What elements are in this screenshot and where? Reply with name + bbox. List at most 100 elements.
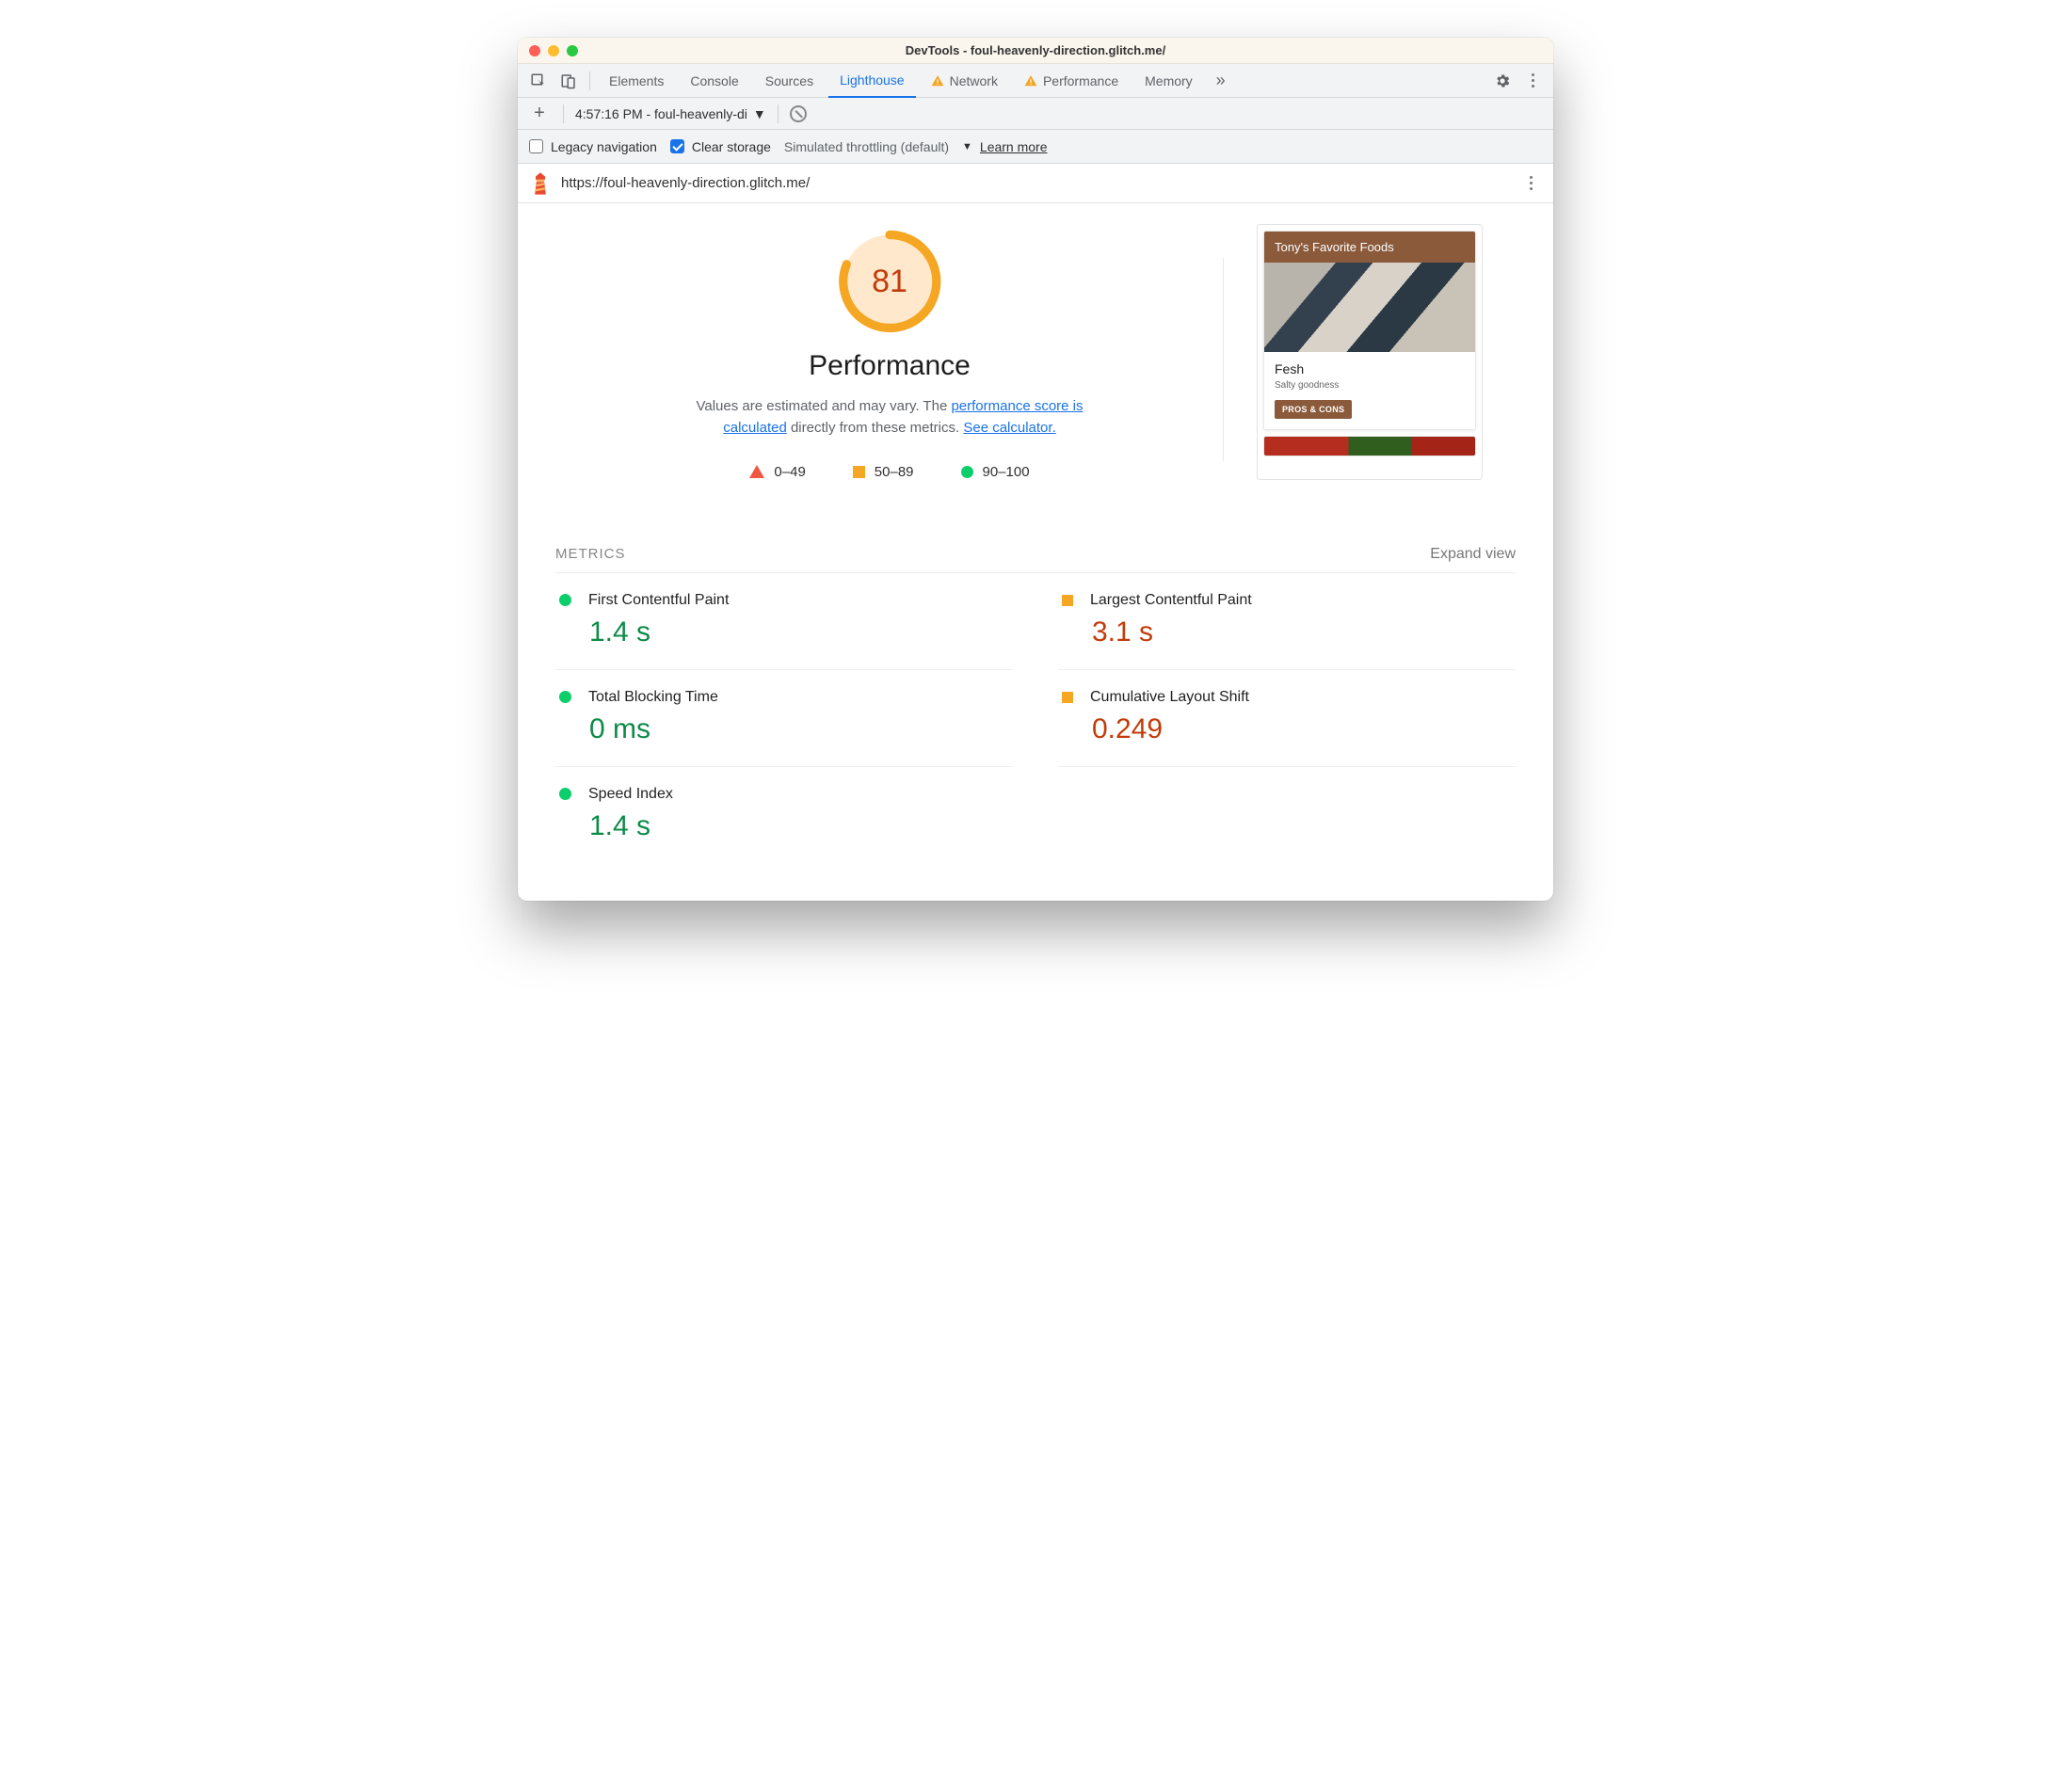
report-dropdown[interactable]: 4:57:16 PM - foul-heavenly-di ▼ — [575, 106, 766, 121]
metric-label: First Contentful Paint — [588, 592, 729, 609]
metric-label: Total Blocking Time — [588, 689, 718, 706]
lighthouse-logo-icon — [531, 172, 550, 195]
circle-icon — [961, 466, 973, 478]
category-title: Performance — [809, 350, 971, 382]
devtools-window: DevTools - foul-heavenly-direction.glitc… — [518, 38, 1553, 901]
tab-label: Console — [690, 73, 738, 88]
average-icon — [1062, 595, 1073, 606]
checkbox-label: Legacy navigation — [551, 139, 657, 154]
score-legend: 0–49 50–89 90–100 — [749, 464, 1029, 480]
lighthouse-toolbar: + 4:57:16 PM - foul-heavenly-di ▼ — [518, 98, 1553, 130]
checkbox-icon — [670, 139, 684, 153]
more-menu-icon[interactable] — [1519, 68, 1546, 94]
metric-value: 0.249 — [1092, 713, 1512, 745]
page-screenshot[interactable]: Tony's Favorite Foods Fesh Salty goodnes… — [1257, 224, 1483, 480]
metric-label: Cumulative Layout Shift — [1090, 689, 1249, 706]
screenshot-section: Tony's Favorite Foods Fesh Salty goodnes… — [1224, 220, 1516, 480]
report-body: 81 Performance Values are estimated and … — [518, 203, 1553, 901]
thumb-image-2 — [1263, 436, 1476, 456]
panel-tabbar: Elements Console Sources Lighthouse Netw… — [518, 64, 1553, 98]
tab-label: Network — [950, 73, 998, 88]
device-toolbar-icon[interactable] — [555, 68, 582, 94]
thumb-card-sub: Salty goodness — [1275, 380, 1465, 391]
checkbox-label: Clear storage — [692, 139, 771, 154]
tab-console[interactable]: Console — [679, 64, 749, 98]
desc-text: Values are estimated and may vary. The — [696, 398, 951, 414]
tab-lighthouse[interactable]: Lighthouse — [828, 64, 916, 98]
inspect-element-icon[interactable] — [525, 68, 552, 94]
tab-label: Lighthouse — [840, 72, 905, 88]
metric-lcp[interactable]: Largest Contentful Paint 3.1 s — [1058, 573, 1516, 670]
report-header: https://foul-heavenly-direction.glitch.m… — [518, 164, 1553, 203]
metrics-title: METRICS — [555, 546, 626, 562]
metric-value: 1.4 s — [589, 810, 1009, 842]
lighthouse-options: Legacy navigation Clear storage Simulate… — [518, 130, 1553, 164]
category-description: Values are estimated and may vary. The p… — [687, 395, 1092, 440]
zoom-window-button[interactable] — [567, 45, 578, 56]
thumb-badge: PROS & CONS — [1275, 400, 1352, 419]
separator — [589, 72, 590, 90]
separator — [563, 104, 564, 123]
tab-network[interactable]: Network — [920, 64, 1009, 98]
report-url: https://foul-heavenly-direction.glitch.m… — [561, 175, 810, 191]
new-report-button[interactable]: + — [527, 102, 552, 126]
metric-label: Speed Index — [588, 786, 673, 803]
clear-icon[interactable] — [790, 105, 807, 122]
titlebar: DevTools - foul-heavenly-direction.glitc… — [518, 38, 1553, 64]
metric-si[interactable]: Speed Index 1.4 s — [555, 767, 1013, 863]
metric-label: Largest Contentful Paint — [1090, 592, 1252, 609]
warning-icon — [1024, 74, 1037, 88]
expand-view-button[interactable]: Expand view — [1430, 546, 1516, 563]
pass-icon — [559, 594, 571, 606]
average-icon — [1062, 692, 1073, 703]
report-label: 4:57:16 PM - foul-heavenly-di — [575, 106, 747, 121]
window-title: DevTools - foul-heavenly-direction.glitc… — [906, 43, 1165, 57]
pass-icon — [559, 691, 571, 703]
thumb-card: Tony's Favorite Foods Fesh Salty goodnes… — [1263, 231, 1476, 430]
metrics-grid: First Contentful Paint 1.4 s Largest Con… — [555, 573, 1516, 863]
metric-tbt[interactable]: Total Blocking Time 0 ms — [555, 670, 1013, 767]
learn-more-link[interactable]: Learn more — [980, 139, 1048, 154]
learn-more-group: ▼ Learn more — [962, 139, 1047, 154]
clear-storage-checkbox[interactable]: Clear storage — [670, 139, 771, 154]
tab-label: Performance — [1043, 73, 1118, 88]
warning-icon — [931, 74, 944, 88]
legend-average: 50–89 — [853, 464, 914, 480]
window-controls — [529, 45, 578, 56]
pass-icon — [559, 788, 571, 800]
thumb-header: Tony's Favorite Foods — [1264, 232, 1475, 263]
metric-value: 0 ms — [589, 713, 1009, 745]
score-gauge[interactable]: 81 — [838, 230, 941, 333]
checkbox-icon — [529, 139, 543, 153]
metric-cls[interactable]: Cumulative Layout Shift 0.249 — [1058, 670, 1516, 767]
legend-pass: 90–100 — [961, 464, 1030, 480]
calculator-link[interactable]: See calculator. — [963, 420, 1055, 436]
metric-value: 1.4 s — [589, 616, 1009, 648]
hero: 81 Performance Values are estimated and … — [555, 220, 1516, 480]
legend-fail: 0–49 — [749, 464, 805, 480]
report-menu-icon[interactable] — [1521, 176, 1540, 190]
more-tabs-icon[interactable]: » — [1208, 68, 1234, 94]
metric-fcp[interactable]: First Contentful Paint 1.4 s — [555, 573, 1013, 670]
tab-memory[interactable]: Memory — [1133, 64, 1204, 98]
score-section: 81 Performance Values are estimated and … — [555, 220, 1224, 480]
desc-text: directly from these metrics. — [787, 420, 964, 436]
tab-elements[interactable]: Elements — [598, 64, 675, 98]
triangle-icon — [749, 465, 764, 478]
tab-label: Elements — [609, 73, 664, 88]
tab-label: Sources — [765, 73, 813, 88]
tab-sources[interactable]: Sources — [754, 64, 825, 98]
metric-value: 3.1 s — [1092, 616, 1512, 648]
metrics-header: METRICS Expand view — [555, 546, 1516, 573]
legacy-checkbox[interactable]: Legacy navigation — [529, 139, 657, 154]
legend-label: 90–100 — [983, 464, 1030, 480]
settings-icon[interactable] — [1489, 68, 1516, 94]
chevron-down-icon: ▼ — [753, 106, 766, 121]
legend-label: 50–89 — [875, 464, 914, 480]
separator — [778, 104, 779, 123]
tab-performance[interactable]: Performance — [1013, 64, 1130, 98]
minimize-window-button[interactable] — [548, 45, 559, 56]
chevron-down-icon[interactable]: ▼ — [962, 141, 972, 152]
tab-label: Memory — [1145, 73, 1193, 88]
close-window-button[interactable] — [529, 45, 540, 56]
